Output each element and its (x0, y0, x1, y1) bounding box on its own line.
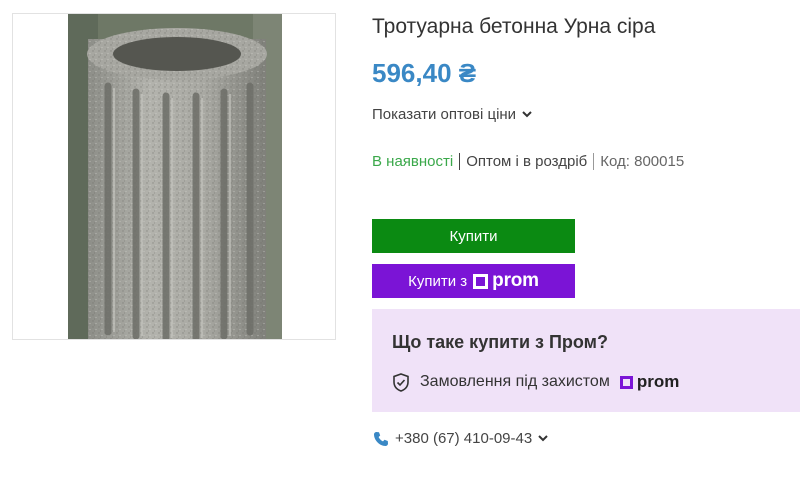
show-wholesale-prices-link[interactable]: Показати оптові ціни (372, 106, 532, 123)
chevron-down-icon (538, 435, 548, 442)
shield-check-icon (393, 372, 409, 392)
product-meta: В наявності Оптом і в роздріб Код: 80001… (372, 150, 684, 172)
concrete-urn-image (68, 14, 282, 339)
product-code: Код: 800015 (593, 152, 684, 170)
product-image-frame[interactable] (12, 13, 336, 340)
phone-dropdown[interactable]: +380 (67) 410-09-43 (373, 430, 548, 447)
product-photo[interactable] (68, 14, 282, 339)
prom-square-icon (619, 375, 633, 389)
prom-brand-text: prom (492, 270, 539, 291)
chevron-down-icon (522, 111, 532, 118)
product-price: 596,40 ₴ (372, 58, 477, 88)
phone-icon (374, 431, 388, 446)
buy-button[interactable]: Купити (372, 219, 575, 253)
phone-number: +380 (67) 410-09-43 (395, 430, 533, 447)
promo-prom-logo: prom (619, 372, 680, 392)
promo-title: Що таке купити з Пром? (392, 332, 608, 352)
promo-protection-line: Замовлення під захистом prom (392, 372, 679, 392)
buy-with-prom-button[interactable]: Купити з prom (372, 264, 575, 298)
wholesale-link-label: Показати оптові ціни (372, 106, 517, 123)
buy-button-label: Купити (449, 227, 498, 245)
promo-brand-text: prom (636, 372, 680, 391)
promo-protection-text: Замовлення під захистом (420, 373, 610, 390)
product-title: Тротуарна бетонна Урна сіра (372, 15, 656, 38)
sale-mode: Оптом і в роздріб (459, 152, 593, 170)
prom-promo-box: Що таке купити з Пром? Замовлення під за… (372, 309, 800, 412)
availability-status: В наявності (372, 152, 454, 170)
prom-logo: prom (473, 270, 539, 292)
prom-square-icon (473, 273, 489, 289)
buy-with-prom-label: Купити з (408, 272, 468, 290)
